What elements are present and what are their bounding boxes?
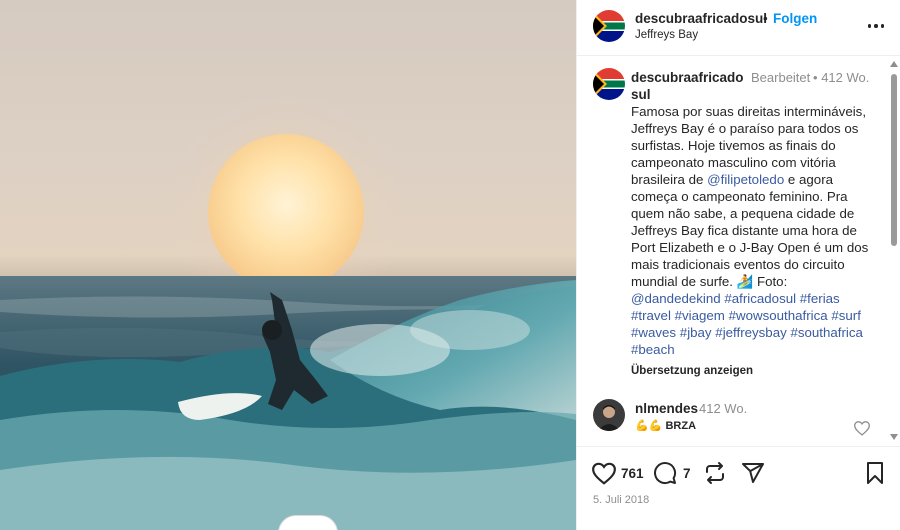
hashtag-link[interactable]: #jbay — [680, 325, 712, 340]
follow-button[interactable]: Folgen — [773, 11, 817, 26]
share-send-icon[interactable] — [741, 461, 765, 485]
surfer-sunset-image — [0, 92, 576, 530]
hashtag-link[interactable]: #surf — [831, 308, 861, 323]
likes-count[interactable]: 761 — [621, 466, 644, 481]
floating-corner-element — [278, 515, 338, 530]
caption-username[interactable]: descubraafricadosul — [631, 69, 749, 103]
caption-avatar[interactable] — [593, 68, 625, 100]
comment-bubble-icon[interactable] — [653, 461, 677, 485]
edited-label: Bearbeitet — [751, 70, 811, 85]
hashtag-link[interactable]: #jeffreysbay — [715, 325, 786, 340]
translate-button[interactable]: Übersetzung anzeigen — [631, 365, 753, 377]
scroll-down-arrow-icon[interactable] — [890, 434, 898, 440]
hashtag-link[interactable]: #southafrica — [790, 325, 862, 340]
comments-scrollbar[interactable] — [887, 56, 900, 446]
south-africa-flag-icon — [593, 10, 625, 42]
surfer-emoji: 🏄 — [736, 274, 754, 289]
separator-dot: • — [763, 11, 768, 26]
post-actions-bar: 761 7 5. Juli 2018 — [577, 446, 900, 530]
caption-text: Famosa por suas direitas intermináveis, … — [631, 103, 881, 358]
post-header: descubraafricadosul • Folgen Jeffreys Ba… — [577, 0, 900, 56]
commenter-username[interactable]: nlmendes — [635, 401, 698, 416]
commenter-photo-icon — [593, 399, 625, 431]
caption-text-part: Foto: — [753, 274, 788, 289]
hashtag-link[interactable]: #viagem — [675, 308, 725, 323]
save-bookmark-icon[interactable] — [865, 461, 885, 485]
scrollbar-thumb[interactable] — [891, 74, 897, 246]
caption-time: • 412 Wo. — [813, 69, 875, 86]
post-side-panel: descubraafricadosul • Folgen Jeffreys Ba… — [576, 0, 900, 530]
comment-body: BRZA — [665, 420, 697, 432]
caption-timestamp: 412 Wo. — [821, 70, 870, 85]
hashtag-link[interactable]: #travel — [631, 308, 671, 323]
post-date[interactable]: 5. Juli 2018 — [593, 494, 649, 506]
mention-link[interactable]: @dandedekind — [631, 291, 721, 306]
hashtag-link[interactable]: #waves — [631, 325, 676, 340]
flexed-biceps-emoji: 💪💪 — [635, 420, 663, 432]
hashtag-link[interactable]: #beach — [631, 342, 675, 357]
author-username[interactable]: descubraafricadosul — [635, 11, 767, 26]
separator-dot: • — [813, 70, 818, 85]
hashtag-link[interactable]: #africadosul — [724, 291, 796, 306]
post-location[interactable]: Jeffreys Bay — [635, 29, 698, 41]
commenter-avatar[interactable] — [593, 399, 625, 431]
comments-section[interactable]: descubraafricadosul Bearbeitet • 412 Wo.… — [577, 56, 900, 446]
comment-time: 412 Wo. — [699, 401, 748, 416]
post-photo[interactable] — [0, 0, 576, 530]
comment-heart-icon[interactable] — [853, 420, 871, 436]
comment-text: 💪💪 BRZA — [635, 419, 696, 432]
caption-text-part: e agora começa o campeonato feminino. Pr… — [631, 172, 869, 289]
hashtag-link[interactable]: #ferias — [800, 291, 840, 306]
repost-icon[interactable] — [703, 461, 727, 485]
like-heart-icon[interactable] — [591, 461, 617, 485]
hashtag-link[interactable]: #wowsouthafrica — [729, 308, 828, 323]
author-avatar[interactable] — [593, 10, 625, 42]
south-africa-flag-icon — [593, 68, 625, 100]
comments-count[interactable]: 7 — [683, 466, 691, 481]
scroll-up-arrow-icon[interactable] — [890, 61, 898, 67]
mention-link[interactable]: @filipetoledo — [707, 172, 784, 187]
more-options-icon[interactable] — [865, 16, 887, 36]
